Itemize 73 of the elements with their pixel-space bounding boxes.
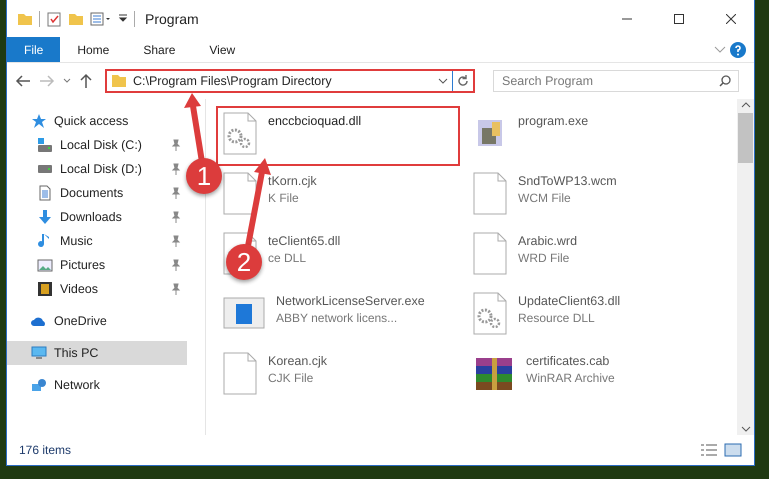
list-view-icon [90,10,112,26]
film-icon [37,281,53,297]
sidebar-item[interactable]: Quick access [7,109,187,133]
pin-icon [171,163,181,175]
ribbon-tab[interactable]: Home [60,37,126,62]
details-view-icon [700,443,718,457]
close-icon [726,14,736,24]
file-type: WinRAR Archive [526,371,615,385]
file-name[interactable]: program.exe [518,114,588,128]
ribbon-tab[interactable]: View [192,37,252,62]
properties-icon [46,10,62,26]
drive-icon [37,165,53,173]
sidebar-item[interactable]: Local Disk (D:) [7,157,187,181]
file-name[interactable]: teClient65.dll [268,234,340,248]
search-field[interactable]: Search Program [493,70,739,92]
address-bar[interactable]: C:\Program Files\Program Directory [105,69,475,93]
large-icons-view-icon [724,443,742,457]
sidebar-item[interactable]: Music [7,229,187,253]
file-type: WRD File [518,251,570,265]
file-name[interactable]: tKorn.cjk [268,174,317,188]
file-type: CJK File [268,371,314,385]
sidebar-item[interactable]: Local Disk (C:) [7,133,187,157]
file-name[interactable]: certificates.cab [526,354,615,368]
maximize-icon [674,14,684,24]
pin-icon [171,139,181,151]
caret-icon [63,78,71,84]
computer-icon [31,345,47,361]
ribbon-tab[interactable]: File [7,37,60,62]
gear-file-icon [222,112,258,156]
refresh-icon [457,75,469,87]
pin-icon [171,259,181,271]
ribbon-tab[interactable]: Share [126,37,192,62]
file-type: ce DLL [268,251,308,265]
download-icon [37,209,53,225]
pictures-icon [37,257,53,273]
file-name[interactable]: NetworkLicenseServer.exe [276,294,425,308]
sidebar-item[interactable]: Documents [7,181,187,205]
item-count: 176 items [19,443,72,457]
window-title: Program [145,10,199,26]
blank-file-icon [222,352,258,396]
file-type: Resource DLL [518,311,596,325]
address-path: C:\Program Files\Program Directory [133,74,333,88]
sidebar-item[interactable]: Downloads [7,205,187,229]
file-type: ABBY network licens... [276,311,398,325]
pin-icon [171,211,181,223]
drive-icon [37,137,53,153]
folder-icon [111,73,127,89]
file-name[interactable]: SndToWP13.wcm [518,174,617,188]
pin-icon [171,187,181,199]
blank-file-icon [472,172,508,216]
pin-icon [171,283,181,295]
file-name[interactable]: UpdateClient63.dll [518,294,620,308]
blank-file-icon [222,172,258,216]
caret-icon [438,78,448,84]
file-name[interactable]: enccbcioquad.dll [268,114,362,128]
blank-file-icon [472,232,508,276]
sidebar-item[interactable]: Videos [7,277,187,301]
sidebar-item[interactable]: Pictures [7,253,187,277]
file-name[interactable]: Korean.cjk [268,354,328,368]
sidebar-item[interactable]: Network [7,373,187,397]
sidebar-item[interactable]: OneDrive [7,309,187,333]
document-icon [37,185,53,201]
search-icon [719,75,731,87]
file-type: WCM File [518,191,572,205]
scrollbar-thumb[interactable] [738,113,753,163]
chevron-icon [714,46,726,54]
pin-icon [171,235,181,247]
star-icon [31,113,47,129]
sidebar-item[interactable]: This PC [7,341,187,365]
file-type: K File [268,191,300,205]
gear-file-icon [472,292,508,336]
file-name[interactable]: Arabic.wrd [518,234,578,248]
network-icon [31,377,47,393]
